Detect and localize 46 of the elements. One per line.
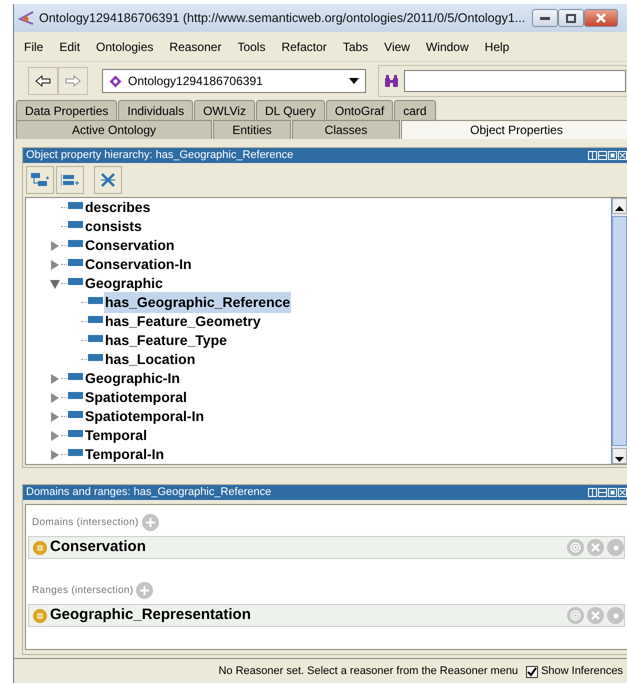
tree-item[interactable]: has_Location <box>104 349 196 370</box>
tree-item[interactable]: consists <box>84 216 143 237</box>
tab[interactable]: DL Query <box>256 100 325 120</box>
tab[interactable]: OWLViz <box>194 100 255 120</box>
panel-title: Domains and ranges: has_Geographic_Reference <box>26 485 272 500</box>
tree-item[interactable]: Temporal-In <box>84 444 166 464</box>
menu-item[interactable]: Tabs <box>334 38 376 56</box>
section-label: Domains (intersection) <box>32 516 139 530</box>
menu-item[interactable]: Ontologies <box>88 38 162 56</box>
entry-row[interactable]: Conservation <box>28 536 625 559</box>
menu-item[interactable]: Help <box>476 38 518 56</box>
menu-item[interactable]: Window <box>418 38 477 56</box>
tree-item[interactable]: has_Feature_Geometry <box>104 311 262 332</box>
tree-item[interactable]: Conservation <box>84 235 176 256</box>
menu-item[interactable]: Refactor <box>273 38 335 56</box>
tree-item[interactable]: Temporal <box>84 425 148 446</box>
menu-item[interactable]: File <box>16 38 52 56</box>
menu-item[interactable]: View <box>376 38 418 56</box>
entry-row[interactable]: Geographic_Representation <box>28 604 625 627</box>
checkbox-label: Show Inferences <box>541 664 623 680</box>
tab[interactable]: Individuals <box>118 100 194 120</box>
tree-item[interactable]: describes <box>84 198 152 218</box>
tree-item[interactable]: has_Feature_Type <box>104 330 228 351</box>
tree-item[interactable]: Spatiotemporal <box>84 387 188 408</box>
status-message: No Reasoner set. Select a reasoner from the Reasoner menu <box>218 664 518 680</box>
tab[interactable]: OntoGraf <box>326 100 394 120</box>
tab[interactable]: Active Ontology <box>16 120 212 139</box>
menu-item[interactable]: Tools <box>229 38 274 56</box>
window-title: Ontology1294186706391 (http://www.semanticweb.org/ontologies/2011/0/5/Ontology1... <box>39 10 526 27</box>
ontology-dropdown[interactable]: Ontology1294186706391 <box>102 69 366 93</box>
tree-item[interactable]: Geographic <box>84 273 164 294</box>
tree-item[interactable]: Spatiotemporal-In <box>84 406 206 427</box>
tab[interactable]: Data Properties <box>16 100 118 120</box>
class-name: Geographic_Representation <box>50 605 252 626</box>
tree-item[interactable]: Conservation-In <box>84 254 193 275</box>
section-label: Ranges (intersection) <box>32 584 134 598</box>
tree-item[interactable]: Geographic-In <box>84 368 181 389</box>
panel-title: Object property hierarchy: has_Geographic_Reference <box>26 148 294 164</box>
tab[interactable]: card <box>394 100 436 120</box>
menu-item[interactable]: Edit <box>51 38 88 56</box>
class-name: Conservation <box>50 537 147 558</box>
tab[interactable]: Classes <box>292 120 400 139</box>
tab[interactable]: Entities <box>213 120 291 139</box>
tree-item[interactable]: has_Geographic_Reference <box>104 292 292 313</box>
menu-item[interactable]: Reasoner <box>161 38 230 56</box>
tab[interactable]: Object Properties <box>401 120 627 139</box>
